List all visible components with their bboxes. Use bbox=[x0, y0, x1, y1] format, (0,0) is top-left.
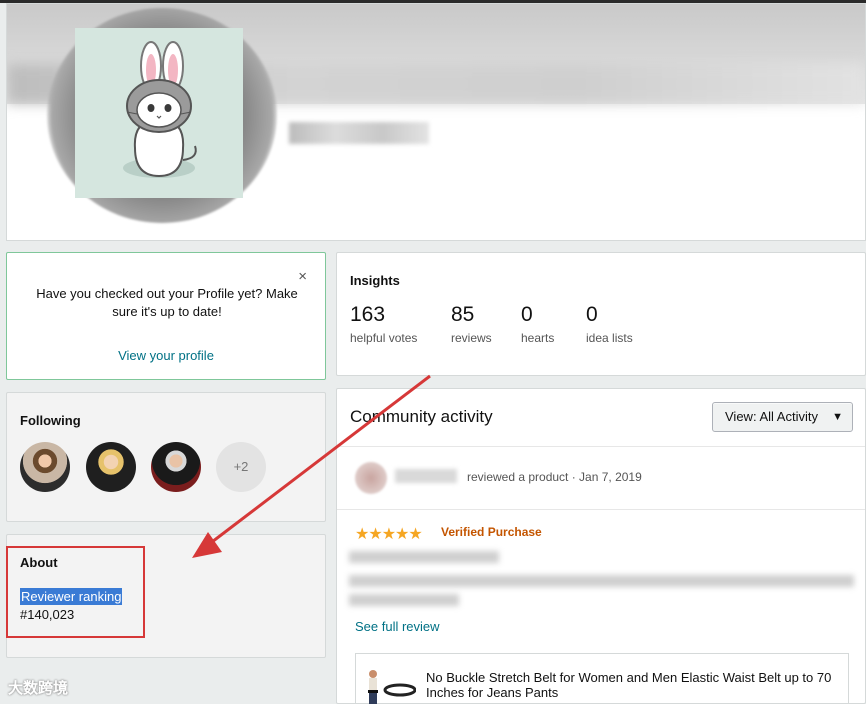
profile-prompt-card: × Have you checked out your Profile yet?… bbox=[6, 252, 326, 380]
stat-idea-lists: 0 idea lists bbox=[586, 302, 633, 345]
activity-title: Community activity bbox=[350, 407, 493, 426]
activity-filter-select[interactable]: View: All Activity ▼ bbox=[712, 402, 853, 432]
stat-label: idea lists bbox=[586, 331, 633, 345]
stat-reviews: 85 reviews bbox=[451, 302, 492, 345]
followed-user-avatar[interactable] bbox=[20, 442, 70, 492]
product-title-link[interactable]: No Buckle Stretch Belt for Women and Men… bbox=[426, 670, 836, 700]
followed-user-avatar[interactable] bbox=[151, 442, 201, 492]
belt-product-image bbox=[368, 670, 416, 704]
stat-value: 0 bbox=[521, 303, 533, 326]
close-icon[interactable]: × bbox=[298, 268, 307, 285]
followed-user-avatar[interactable] bbox=[86, 442, 136, 492]
star-rating: ★★★★★ bbox=[355, 526, 423, 543]
stat-label: hearts bbox=[521, 331, 555, 345]
stat-value: 0 bbox=[586, 303, 598, 326]
activity-filter-value: View: All Activity bbox=[725, 409, 818, 424]
stat-label: helpful votes bbox=[350, 331, 418, 345]
activity-action-text: reviewed a product · Jan 7, 2019 bbox=[467, 470, 642, 484]
profile-header bbox=[6, 3, 866, 241]
reviewer-name-blurred bbox=[395, 469, 457, 483]
following-card: Following +2 bbox=[6, 392, 326, 522]
stat-value: 163 bbox=[350, 303, 386, 326]
view-profile-link[interactable]: View your profile bbox=[7, 348, 325, 363]
product-card[interactable]: No Buckle Stretch Belt for Women and Men… bbox=[355, 653, 849, 704]
profile-avatar[interactable] bbox=[75, 28, 243, 198]
watermark-logo: 大数跨境 bbox=[8, 677, 68, 698]
stat-label: reviews bbox=[451, 331, 492, 345]
following-title: Following bbox=[20, 413, 81, 428]
review-title-blurred bbox=[349, 551, 499, 563]
see-full-review-link[interactable]: See full review bbox=[355, 619, 440, 634]
divider bbox=[337, 509, 865, 510]
insights-card: Insights 163 helpful votes 85 reviews 0 … bbox=[336, 252, 866, 376]
stat-value: 85 bbox=[451, 303, 475, 326]
review-text-blurred bbox=[349, 575, 854, 587]
stat-hearts: 0 hearts bbox=[521, 302, 554, 345]
annotation-highlight-box bbox=[6, 546, 145, 638]
divider bbox=[337, 446, 865, 447]
review-text-blurred bbox=[349, 594, 459, 606]
watermark-text: 大数跨境 bbox=[8, 680, 69, 697]
reviewer-avatar[interactable] bbox=[355, 462, 387, 494]
stat-helpful-votes: 163 helpful votes bbox=[350, 302, 417, 345]
profile-name-blurred bbox=[289, 122, 429, 144]
community-activity-card: Community activity View: All Activity ▼ … bbox=[336, 388, 866, 704]
chevron-down-icon: ▼ bbox=[832, 411, 843, 423]
verified-purchase-badge: Verified Purchase bbox=[441, 525, 542, 539]
prompt-text: Have you checked out your Profile yet? M… bbox=[36, 286, 298, 319]
insights-title: Insights bbox=[350, 273, 400, 288]
more-following-button[interactable]: +2 bbox=[216, 442, 266, 492]
bunny-cat-icon bbox=[123, 41, 197, 178]
